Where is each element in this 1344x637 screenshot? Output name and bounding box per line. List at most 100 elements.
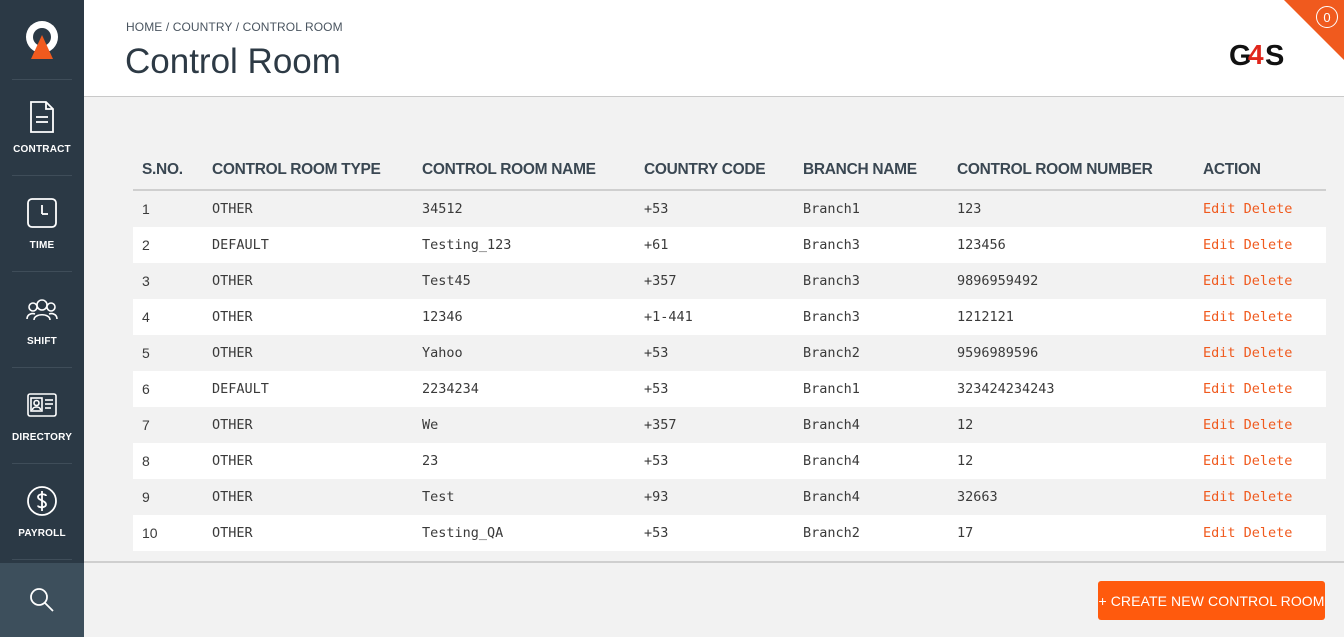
clock-icon — [26, 196, 58, 230]
page-title: Control Room — [125, 42, 341, 81]
svg-text:S: S — [1265, 40, 1284, 72]
svg-text:4: 4 — [1248, 39, 1264, 70]
edit-link[interactable]: Edit — [1203, 417, 1236, 433]
table-row: 2 DEFAULT Testing_123 +61 Branch3 123456 Edit … — [133, 227, 1326, 263]
cell-type: OTHER — [203, 190, 413, 227]
cell-action: Edit Delete — [1194, 190, 1326, 227]
delete-link[interactable]: Delete — [1244, 237, 1293, 253]
cell-code: +61 — [635, 227, 794, 263]
edit-link[interactable]: Edit — [1203, 273, 1236, 289]
cell-sno: 10 — [133, 515, 203, 551]
column-header-branch[interactable]: BRANCH NAME — [794, 150, 948, 191]
column-header-type[interactable]: CONTROL ROOM TYPE — [203, 150, 413, 191]
edit-link[interactable]: Edit — [1203, 525, 1236, 541]
table-row: 5 OTHER Yahoo +53 Branch2 9596989596 Edit Dele… — [133, 335, 1326, 371]
cell-branch: Branch4 — [794, 443, 948, 479]
delete-link[interactable]: Delete — [1244, 201, 1293, 217]
edit-link[interactable]: Edit — [1203, 309, 1236, 325]
column-header-name[interactable]: CONTROL ROOM NAME — [413, 150, 635, 191]
cell-type: OTHER — [203, 299, 413, 335]
sidebar-search-button[interactable] — [0, 563, 84, 637]
edit-link[interactable]: Edit — [1203, 453, 1236, 469]
create-new-control-room-button[interactable]: + CREATE NEW CONTROL ROOM — [1098, 581, 1325, 620]
edit-link[interactable]: Edit — [1203, 345, 1236, 361]
cell-number: 32663 — [948, 479, 1194, 515]
notification-badge[interactable]: 0 — [1316, 6, 1338, 28]
cell-name: Test — [413, 479, 635, 515]
sidebar-item-payroll[interactable]: PAYROLL — [12, 464, 72, 560]
cell-sno: 3 — [133, 263, 203, 299]
cell-branch: Branch1 — [794, 190, 948, 227]
cell-name: Testing_QA — [413, 515, 635, 551]
cell-code: +53 — [635, 190, 794, 227]
cell-number: 17 — [948, 515, 1194, 551]
table-row: 3 OTHER Test45 +357 Branch3 9896959492 Edit De… — [133, 263, 1326, 299]
edit-link[interactable]: Edit — [1203, 201, 1236, 217]
delete-link[interactable]: Delete — [1244, 345, 1293, 361]
cell-action: Edit Delete — [1194, 515, 1326, 551]
sidebar-item-label: PAYROLL — [18, 528, 66, 539]
delete-link[interactable]: Delete — [1244, 525, 1293, 541]
breadcrumb[interactable]: HOME / COUNTRY / CONTROL ROOM — [126, 20, 343, 34]
edit-link[interactable]: Edit — [1203, 237, 1236, 253]
cell-action: Edit Delete — [1194, 407, 1326, 443]
sidebar-item-directory[interactable]: DIRECTORY — [12, 368, 72, 464]
delete-link[interactable]: Delete — [1244, 381, 1293, 397]
cell-sno: 1 — [133, 190, 203, 227]
cell-code: +357 — [635, 263, 794, 299]
cell-branch: Branch2 — [794, 335, 948, 371]
cell-code: +93 — [635, 479, 794, 515]
sidebar-item-shift[interactable]: SHIFT — [12, 272, 72, 368]
cell-name: 34512 — [413, 190, 635, 227]
cell-sno: 8 — [133, 443, 203, 479]
table-row: 9 OTHER Test +93 Branch4 32663 Edit Delete — [133, 479, 1326, 515]
cell-name: Yahoo — [413, 335, 635, 371]
cell-number: 12 — [948, 443, 1194, 479]
edit-link[interactable]: Edit — [1203, 381, 1236, 397]
cell-branch: Branch2 — [794, 515, 948, 551]
sidebar: CONTRACT TIME SHIFT DIRECTORY PAYROLL — [0, 0, 84, 637]
sidebar-item-label: DIRECTORY — [11, 432, 73, 443]
cell-code: +53 — [635, 371, 794, 407]
column-header-sno[interactable]: S.NO. — [133, 150, 203, 191]
column-header-country-code[interactable]: COUNTRY CODE — [635, 150, 794, 191]
cell-branch: Branch3 — [794, 299, 948, 335]
cell-sno: 6 — [133, 371, 203, 407]
footer-divider — [84, 561, 1344, 563]
cell-code: +53 — [635, 515, 794, 551]
table-row: 8 OTHER 23 +53 Branch4 12 Edit Delete — [133, 443, 1326, 479]
cell-number: 9896959492 — [948, 263, 1194, 299]
cell-type: DEFAULT — [203, 227, 413, 263]
cell-code: +53 — [635, 443, 794, 479]
cell-name: 2234234 — [413, 371, 635, 407]
svg-text:G: G — [1229, 40, 1250, 72]
app-logo-icon — [26, 20, 58, 59]
delete-link[interactable]: Delete — [1244, 489, 1293, 505]
delete-link[interactable]: Delete — [1244, 417, 1293, 433]
sidebar-item-time[interactable]: TIME — [12, 176, 72, 272]
app-logo[interactable] — [12, 0, 72, 80]
group-icon — [26, 292, 58, 326]
cell-action: Edit Delete — [1194, 299, 1326, 335]
cell-sno: 9 — [133, 479, 203, 515]
cell-type: OTHER — [203, 335, 413, 371]
delete-link[interactable]: Delete — [1244, 273, 1293, 289]
cell-sno: 4 — [133, 299, 203, 335]
cell-branch: Branch3 — [794, 263, 948, 299]
table-row: 10 OTHER Testing_QA +53 Branch2 17 Edit Delete — [133, 515, 1326, 551]
cell-branch: Branch3 — [794, 227, 948, 263]
cell-action: Edit Delete — [1194, 371, 1326, 407]
delete-link[interactable]: Delete — [1244, 309, 1293, 325]
column-header-number[interactable]: CONTROL ROOM NUMBER — [948, 150, 1194, 191]
cell-action: Edit Delete — [1194, 335, 1326, 371]
cell-action: Edit Delete — [1194, 227, 1326, 263]
cell-name: We — [413, 407, 635, 443]
cell-name: Test45 — [413, 263, 635, 299]
edit-link[interactable]: Edit — [1203, 489, 1236, 505]
delete-link[interactable]: Delete — [1244, 453, 1293, 469]
document-icon — [26, 100, 58, 134]
search-icon — [30, 588, 54, 612]
table-header-row: S.NO. CONTROL ROOM TYPE CONTROL ROOM NAM… — [133, 150, 1326, 191]
sidebar-item-contract[interactable]: CONTRACT — [12, 80, 72, 176]
cell-sno: 7 — [133, 407, 203, 443]
